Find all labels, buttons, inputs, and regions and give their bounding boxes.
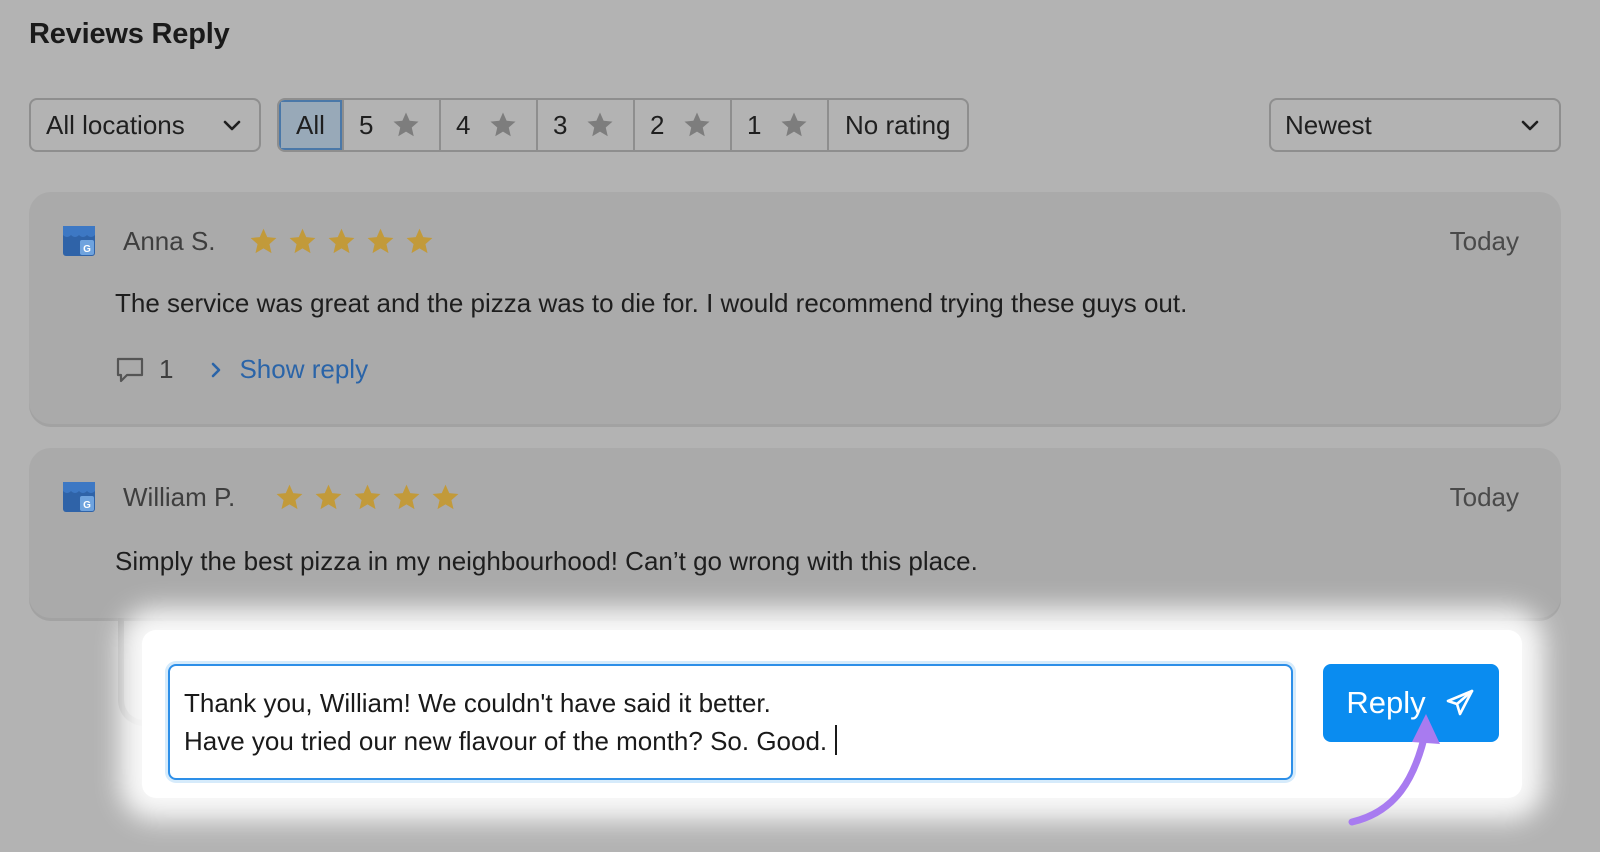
star-icon	[490, 112, 516, 137]
review-card: G Anna S. Today The service was great an…	[29, 192, 1561, 424]
star-icon	[432, 484, 459, 510]
rating-filter-label: 5	[359, 109, 374, 140]
svg-text:G: G	[83, 500, 91, 511]
show-reply-label: Show reply	[239, 354, 369, 384]
review-card: G William P. Today Simply the best pizza…	[29, 448, 1561, 618]
rating-filter-no-rating[interactable]: No rating	[827, 100, 967, 150]
chevron-down-icon	[1521, 120, 1539, 131]
sort-dropdown-value: Newest	[1285, 109, 1372, 140]
rating-stars	[273, 482, 462, 513]
rating-filter-4[interactable]: 4	[439, 100, 536, 150]
review-date: Today	[1449, 226, 1519, 256]
reviewer-name: Anna S.	[123, 226, 216, 256]
star-icon	[406, 228, 433, 254]
rating-stars	[247, 226, 436, 257]
rating-filter-label: 2	[650, 109, 665, 140]
reply-count: 1	[159, 354, 174, 384]
rating-filter-3[interactable]: 3	[536, 100, 633, 150]
review-date: Today	[1449, 482, 1519, 512]
review-text: Simply the best pizza in my neighbourhoo…	[115, 546, 978, 576]
show-reply-link[interactable]: Show reply	[207, 354, 368, 385]
google-business-icon: G	[63, 226, 95, 256]
star-icon	[276, 484, 303, 510]
star-icon	[328, 228, 355, 254]
rating-filter-label: 3	[553, 109, 568, 140]
star-icon	[393, 484, 420, 510]
rating-filter-label: All	[296, 109, 325, 140]
rating-filter-2[interactable]: 2	[633, 100, 730, 150]
star-icon	[587, 112, 613, 137]
rating-filter-1[interactable]: 1	[730, 100, 827, 150]
reviewer-name: William P.	[123, 482, 236, 512]
rating-filter-label: No rating	[845, 109, 951, 140]
reply-textarea[interactable]: Thank you, William! We couldn't have sai…	[168, 664, 1293, 780]
reply-text-line: Have you tried our new flavour of the mo…	[184, 722, 1277, 760]
pointer-arrow-icon	[1348, 714, 1440, 826]
star-icon	[781, 112, 807, 137]
chevron-right-icon	[212, 362, 221, 377]
star-icon	[250, 228, 277, 254]
rating-filter-5[interactable]: 5	[342, 100, 439, 150]
text-caret	[835, 725, 838, 755]
sort-dropdown[interactable]: Newest	[1269, 98, 1561, 152]
rating-filter-label: 1	[747, 109, 762, 140]
rating-filter-group: All 5 4 3 2 1 No rating	[277, 98, 969, 152]
review-text: The service was great and the pizza was …	[115, 288, 1188, 318]
reply-text-line: Thank you, William! We couldn't have sai…	[184, 688, 771, 718]
star-icon	[393, 112, 419, 137]
star-icon	[354, 484, 381, 510]
star-icon	[367, 228, 394, 254]
location-dropdown-value: All locations	[46, 109, 185, 140]
star-icon	[684, 112, 710, 137]
rating-filter-all[interactable]: All	[279, 100, 342, 150]
review-actions: 1 Show reply	[115, 354, 368, 385]
location-dropdown[interactable]: All locations	[29, 98, 261, 152]
google-business-icon: G	[63, 482, 95, 512]
reply-text-content: Have you tried our new flavour of the mo…	[184, 726, 828, 756]
comment-icon	[116, 357, 144, 382]
rating-filter-label: 4	[456, 109, 471, 140]
svg-text:G: G	[83, 244, 91, 255]
star-icon	[315, 484, 342, 510]
star-icon	[289, 228, 316, 254]
filter-toolbar: All locations All 5 4 3 2 1 No rating Ne…	[0, 0, 1600, 170]
chevron-down-icon	[223, 120, 241, 131]
